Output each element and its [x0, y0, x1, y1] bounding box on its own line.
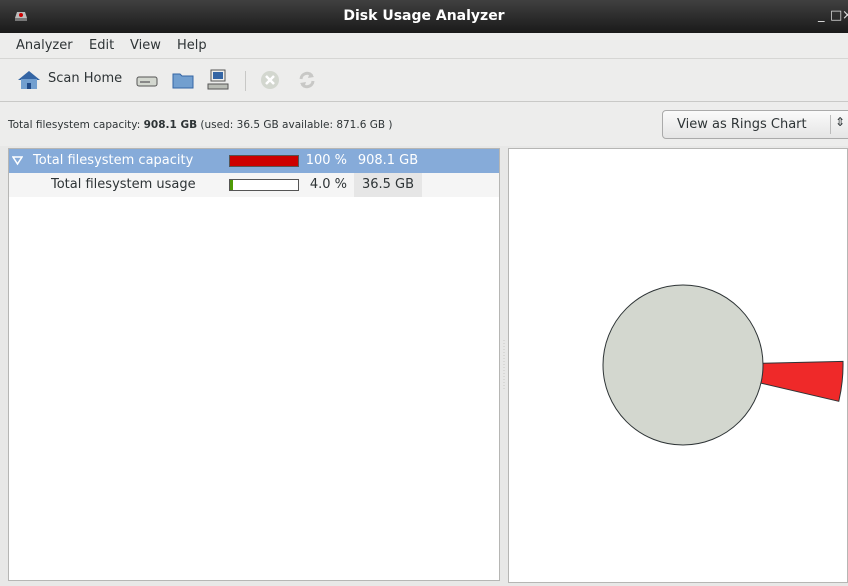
- usage-bar: [229, 179, 299, 191]
- rings-chart[interactable]: [508, 148, 848, 583]
- menu-bar: Analyzer Edit View Help: [0, 33, 848, 59]
- view-mode-value: View as Rings Chart: [677, 117, 807, 132]
- summary-capacity: 908.1 GB: [143, 119, 198, 131]
- expander-triangle-icon[interactable]: [12, 155, 23, 166]
- summary-details: (used: 36.5 GB available: 871.6 GB ): [197, 119, 393, 131]
- menu-analyzer[interactable]: Analyzer: [16, 38, 73, 53]
- row-size: 36.5 GB: [354, 173, 422, 197]
- summary-prefix: Total filesystem capacity:: [8, 119, 144, 131]
- home-icon: [18, 71, 40, 89]
- scan-home-button[interactable]: Scan Home: [16, 68, 126, 92]
- filesystem-summary: Total filesystem capacity: 908.1 GB (use…: [8, 119, 393, 131]
- menu-view[interactable]: View: [130, 38, 161, 53]
- refresh-icon[interactable]: [296, 68, 318, 92]
- scan-filesystem-icon[interactable]: [136, 68, 158, 92]
- usage-bar: [229, 155, 299, 167]
- toolbar: Scan Home: [0, 59, 848, 102]
- usage-bar-fill: [230, 156, 298, 166]
- rings-chart-canvas: [602, 284, 844, 446]
- scan-remote-folder-icon[interactable]: [206, 68, 230, 92]
- scan-folder-icon[interactable]: [172, 68, 194, 92]
- pane-splitter-handle[interactable]: [502, 340, 506, 390]
- usage-ring-segment[interactable]: [760, 360, 844, 402]
- folder-tree[interactable]: Total filesystem capacity 100 % 908.1 GB…: [8, 148, 500, 581]
- up-down-arrow-icon: ⇕: [835, 115, 846, 129]
- close-button[interactable]: ×: [842, 8, 848, 23]
- row-size: 908.1 GB: [357, 153, 419, 168]
- minimize-button[interactable]: _: [818, 8, 825, 23]
- toolbar-separator: [245, 71, 246, 91]
- row-name: Total filesystem usage: [51, 177, 196, 192]
- tree-row-total-capacity[interactable]: Total filesystem capacity 100 % 908.1 GB: [9, 149, 499, 173]
- usage-bar-fill: [230, 180, 233, 190]
- combo-separator: [830, 115, 831, 134]
- window-title: Disk Usage Analyzer: [343, 8, 505, 24]
- row-percent: 100 %: [305, 153, 347, 168]
- rings-center-circle[interactable]: [602, 284, 764, 446]
- view-mode-select[interactable]: View as Rings Chart ⇕: [662, 110, 848, 139]
- title-bar: Disk Usage Analyzer _ □ ×: [0, 0, 848, 33]
- maximize-button[interactable]: □: [830, 8, 842, 23]
- scan-home-label: Scan Home: [48, 71, 123, 86]
- row-name: Total filesystem capacity: [33, 153, 194, 168]
- tree-row-total-usage[interactable]: Total filesystem usage 4.0 % 36.5 GB: [9, 173, 499, 197]
- stop-icon[interactable]: [259, 68, 281, 92]
- menu-edit[interactable]: Edit: [89, 38, 114, 53]
- menu-help[interactable]: Help: [177, 38, 207, 53]
- row-percent: 4.0 %: [309, 177, 347, 192]
